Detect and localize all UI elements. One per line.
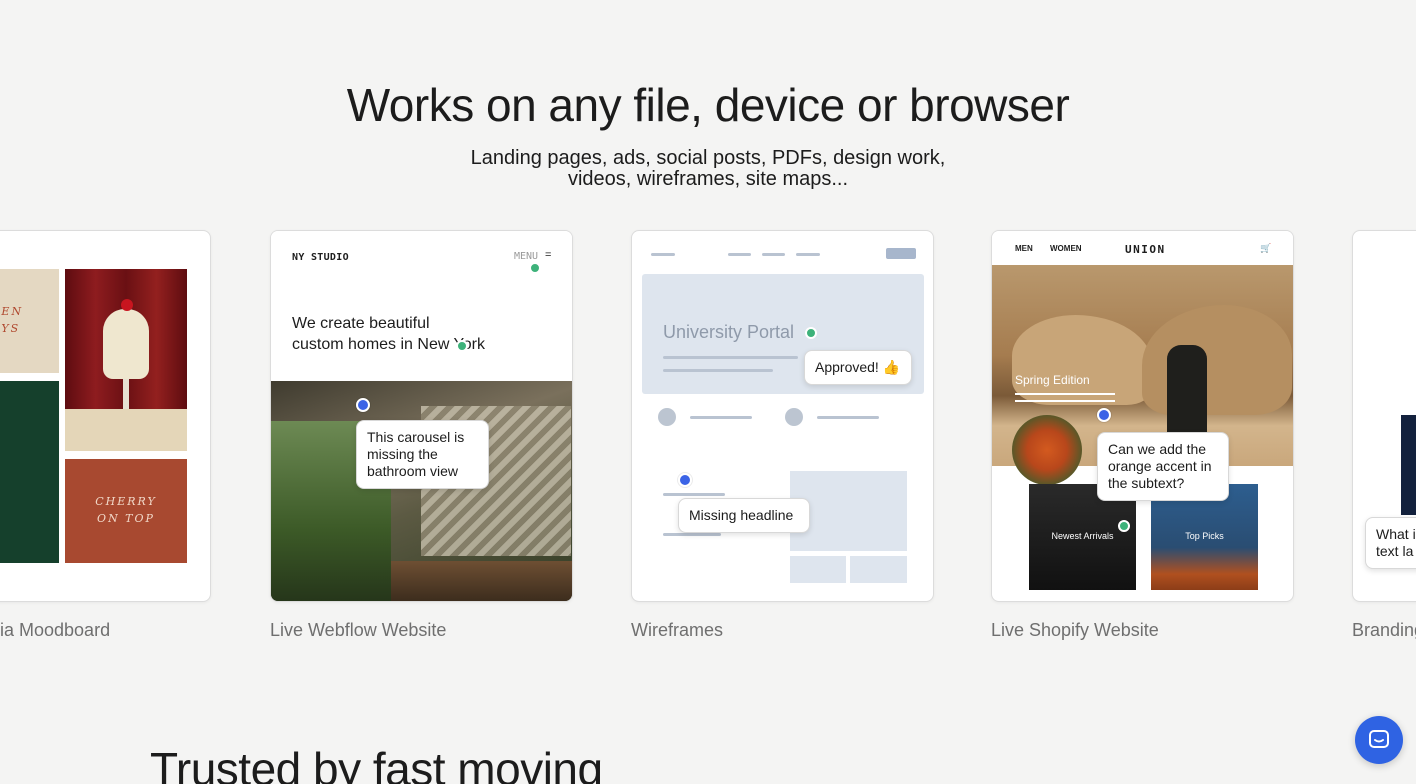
shopify-label[interactable]: Live Shopify Website [991, 620, 1159, 641]
moodboard-card[interactable]: OPEN DAYS CHERRY ON TOP [0, 230, 211, 602]
shopify-nav: MEN WOMEN UNION 🛒 [992, 231, 1293, 265]
webflow-logo: NY STUDIO [292, 252, 349, 263]
webflow-menu-link: MENU [514, 251, 539, 262]
wireframe-nav-bar [796, 253, 820, 256]
subline-line-1: Landing pages, ads, social posts, PDFs, … [470, 147, 946, 169]
wireframe-hero-title: University Portal [663, 322, 795, 342]
chat-launcher-button[interactable] [1355, 716, 1403, 764]
wireframe-avatar [658, 408, 676, 426]
webflow-label[interactable]: Live Webflow Website [270, 620, 446, 641]
wireframe-text-line [663, 356, 798, 359]
comment-pin-blue[interactable] [1097, 408, 1111, 422]
comment-pin-green[interactable] [805, 327, 817, 339]
comment-bubble[interactable]: What i text la [1365, 517, 1416, 569]
webflow-floor [391, 561, 572, 601]
moodboard-open-text: OPEN DAYS [0, 305, 24, 335]
wireframe-text-line [690, 416, 752, 419]
comment-pin-blue[interactable] [356, 398, 370, 412]
moodboard-label[interactable]: ia Moodboard [0, 620, 110, 641]
moodboard-tile-drink [0, 381, 59, 563]
wireframe-text-line [663, 369, 773, 372]
branding-image-strip [1401, 415, 1416, 515]
shopify-hero-subtext [1015, 400, 1115, 402]
trusted-heading: Trusted by fast moving [150, 743, 603, 784]
section-subline: Landing pages, ads, social posts, PDFs, … [0, 148, 1416, 190]
section-headline: Works on any file, device or browser [346, 79, 1070, 131]
cherry-image [121, 299, 133, 311]
desert-rock [1142, 305, 1292, 415]
shopify-nav-men: MEN [1015, 244, 1033, 253]
glass-stem [123, 379, 129, 409]
comment-bubble[interactable]: Can we add the orange accent in the subt… [1097, 432, 1229, 501]
wireframe-nav-bar [762, 253, 785, 256]
comment-pin-green[interactable] [529, 262, 541, 274]
shopify-card[interactable]: MEN WOMEN UNION 🛒 Spring Edition Newest … [991, 230, 1294, 602]
comment-bubble-approved[interactable]: Approved! 👍 [804, 350, 912, 385]
wireframe-image-block [850, 556, 907, 583]
hamburger-icon: = [545, 249, 552, 261]
table-surface [65, 409, 187, 451]
comment-pin-blue[interactable] [678, 473, 692, 487]
wireframes-card[interactable]: University Portal Approved! 👍 Missing he… [631, 230, 934, 602]
milkshake-image [103, 309, 149, 379]
wireframe-text-line [817, 416, 879, 419]
shopify-brand-logo: UNION [1125, 243, 1166, 256]
branding-label[interactable]: Branding [1352, 620, 1416, 641]
wireframes-label[interactable]: Wireframes [631, 620, 723, 641]
comment-pin-green[interactable] [456, 340, 468, 352]
shopify-hero-subtext [1015, 393, 1115, 395]
wireframe-text-line [663, 493, 725, 496]
orange-shrub [1012, 415, 1082, 485]
wireframe-image-block [790, 556, 846, 583]
moodboard-cherry-text: CHERRY ON TOP [95, 495, 157, 525]
webflow-hero-line-1: We create beautiful [292, 315, 430, 332]
desert-rock [1012, 315, 1152, 405]
cart-icon: 🛒 [1260, 243, 1272, 253]
chat-bubble-icon [1369, 730, 1389, 748]
page: Works on any file, device or browser Lan… [0, 0, 1416, 784]
moodboard-tile-milkshake [65, 269, 187, 451]
wireframe-nav-bar [651, 253, 675, 256]
comment-pin-green[interactable] [1118, 520, 1130, 532]
comment-bubble[interactable]: This carousel is missing the bathroom vi… [356, 420, 489, 489]
branding-card[interactable]: What i text la [1352, 230, 1416, 602]
comment-bubble-missing-headline[interactable]: Missing headline [678, 498, 810, 533]
wireframe-nav-button [886, 248, 916, 259]
wireframe-text-line [663, 533, 721, 536]
shopify-nav-women: WOMEN [1050, 244, 1082, 253]
shopify-tile-top-picks: Top Picks [1185, 531, 1224, 541]
moodboard-tile-cherry: CHERRY ON TOP [65, 459, 187, 563]
shopify-tile-newest: Newest Arrivals [1051, 531, 1114, 541]
webflow-header-area: NY STUDIO MENU = We create beautiful cus… [271, 231, 572, 381]
webflow-card[interactable]: NY STUDIO MENU = We create beautiful cus… [270, 230, 573, 602]
moodboard-tile-open-days: OPEN DAYS [0, 269, 59, 373]
shopify-hero-tag: Spring Edition [1015, 373, 1090, 387]
wireframe-nav-bar [728, 253, 751, 256]
wireframe-avatar [785, 408, 803, 426]
subline-line-2: videos, wireframes, site maps... [567, 168, 849, 190]
